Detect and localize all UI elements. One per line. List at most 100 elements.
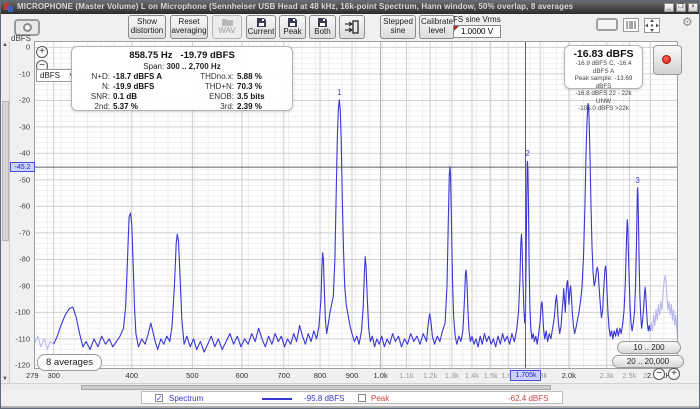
x-tick-label: 1.1k bbox=[399, 371, 413, 380]
metric-label: 3rd: bbox=[188, 102, 234, 112]
range-20-20000-button[interactable]: 20 .. 20,000 bbox=[612, 355, 684, 368]
x-tick-label: 800 bbox=[314, 371, 327, 380]
x-tick-label: 1.3k bbox=[445, 371, 459, 380]
stepped-sine-button[interactable]: Stepped sine bbox=[380, 15, 416, 39]
minimize-button[interactable]: _ bbox=[664, 3, 674, 12]
spectrum-line-swatch bbox=[262, 398, 292, 400]
unit-dropdown[interactable]: dBFS ▾ bbox=[36, 69, 76, 82]
y-axis: 0-10-20-30-40-50-60-70-80-90-100-110-120 bbox=[1, 41, 32, 369]
level-detail-line: -16.8 dBFS 22 - 22k UNW bbox=[568, 90, 639, 105]
spectrum-trace bbox=[34, 336, 54, 349]
metric-value: -19.9 dBFS bbox=[113, 82, 185, 92]
y-tick-label: -30 bbox=[19, 122, 30, 131]
range-10-200-button[interactable]: 10 .. 200 bbox=[617, 341, 681, 354]
fs-sine-label: FS sine Vrms bbox=[453, 15, 501, 24]
maximize-button[interactable]: ❐ bbox=[676, 3, 686, 12]
x-axis-start-label: 279 bbox=[26, 371, 39, 380]
window-title: MICROPHONE (Master Volume) L on Micropho… bbox=[17, 2, 573, 11]
x-tick-label: 1.4k bbox=[465, 371, 479, 380]
cursor-frequency-readout: 858.75 Hz bbox=[129, 50, 172, 61]
legend-peak-label[interactable]: Peak bbox=[371, 394, 389, 403]
wav-button[interactable]: WAV bbox=[212, 15, 242, 39]
metric-value: 70.3 % bbox=[237, 82, 284, 92]
x-tick-label: 700 bbox=[277, 371, 290, 380]
y-tick-label: -100 bbox=[15, 308, 30, 317]
metric-label: N: bbox=[80, 82, 110, 92]
y-cursor-value-box[interactable]: -45.2 bbox=[10, 162, 35, 172]
legend-spectrum-label[interactable]: Spectrum bbox=[169, 394, 203, 403]
peak-checkbox[interactable]: ✓ bbox=[358, 394, 366, 402]
distortion-metrics-grid: N+D:-18.7 dBFS A THDno.x:5.88 % N:-19.9 … bbox=[80, 72, 284, 112]
save-current-button[interactable]: Current bbox=[246, 15, 276, 39]
y-tick-label: -120 bbox=[15, 361, 30, 370]
harmonic-peak-label: 2 bbox=[525, 149, 529, 158]
span-value: 300 .. 2,700 Hz bbox=[166, 62, 220, 71]
gear-icon[interactable]: ⚙ bbox=[682, 15, 693, 29]
frequency-scrollbar[interactable] bbox=[1, 383, 700, 390]
harmonic-peak-label: 1 bbox=[337, 88, 341, 97]
y-tick-label: -20 bbox=[19, 96, 30, 105]
input-level-box: -16.83 dBFS -16.9 dBFS C, -16.4 dBFS A P… bbox=[564, 45, 643, 89]
zoom-in-y-button[interactable]: + bbox=[36, 46, 48, 58]
level-meter-icon[interactable] bbox=[623, 18, 639, 32]
y-tick-label: -60 bbox=[19, 202, 30, 211]
metric-value: 0.1 dB bbox=[113, 92, 185, 102]
title-bar[interactable]: MICROPHONE (Master Volume) L on Micropho… bbox=[1, 1, 700, 14]
save-icon bbox=[257, 18, 266, 27]
level-detail-line: Peak sample: -13.69 dBFS bbox=[568, 75, 639, 90]
y-tick-label: -40 bbox=[19, 149, 30, 158]
y-tick-label: -80 bbox=[19, 255, 30, 264]
zoom-out-x-button[interactable]: − bbox=[653, 368, 665, 380]
loopback-route-button[interactable] bbox=[339, 15, 365, 39]
harmonic-peak-label: 3 bbox=[635, 176, 639, 185]
x-tick-label: 600 bbox=[236, 371, 249, 380]
save-both-label: Both bbox=[314, 28, 330, 37]
save-peak-label: Peak bbox=[283, 28, 301, 37]
save-current-label: Current bbox=[248, 28, 275, 37]
reset-averaging-button[interactable]: Reset averaging bbox=[170, 15, 208, 39]
move-arrows-icon bbox=[645, 19, 659, 32]
zoom-in-x-button[interactable]: + bbox=[668, 368, 680, 380]
record-icon bbox=[662, 55, 671, 64]
metric-value: 3.5 bits bbox=[237, 92, 284, 102]
x-tick-label: 300 bbox=[47, 371, 60, 380]
save-icon bbox=[288, 18, 297, 27]
input-level-readout: -16.83 dBFS bbox=[568, 48, 639, 60]
show-distortion-button[interactable]: Show distortion bbox=[128, 15, 166, 39]
move-pan-icon[interactable] bbox=[644, 18, 660, 33]
y-tick-label: -110 bbox=[16, 334, 30, 343]
metric-label: THD+N: bbox=[188, 82, 234, 92]
app-window: MICROPHONE (Master Volume) L on Micropho… bbox=[0, 0, 700, 409]
y-tick-label: 0 bbox=[26, 43, 30, 52]
x-tick-label: 1.5k bbox=[484, 371, 498, 380]
x-tick-label: 900 bbox=[346, 371, 359, 380]
averages-badge: 8 averages bbox=[37, 354, 102, 371]
record-button[interactable] bbox=[653, 45, 682, 75]
calibrate-level-button[interactable]: Calibrate level bbox=[419, 15, 455, 39]
x-tick-label: 2.3k bbox=[600, 371, 614, 380]
y-tick-label: -70 bbox=[19, 228, 30, 237]
x-axis: 3004005006007008009001.0k1.1k1.2k1.3k1.4… bbox=[1, 370, 700, 383]
monitor-icon[interactable] bbox=[596, 18, 618, 31]
x-tick-label: 1.0k bbox=[374, 371, 388, 380]
legend-bar: ✓ Spectrum -95.8 dBFS ✓ Peak -62.4 dBFS bbox=[1, 390, 700, 406]
save-peak-button[interactable]: Peak bbox=[279, 15, 306, 39]
spectrum-checkbox[interactable]: ✓ bbox=[155, 394, 163, 402]
folder-icon bbox=[222, 18, 233, 26]
close-button[interactable]: × bbox=[688, 3, 698, 12]
span-label: Span: bbox=[143, 62, 164, 71]
metric-label: N+D: bbox=[80, 72, 110, 82]
save-both-button[interactable]: Both bbox=[309, 15, 336, 39]
x-tick-label: 2.0k bbox=[562, 371, 576, 380]
y-tick-label: -50 bbox=[19, 175, 30, 184]
unit-dropdown-value: dBFS bbox=[40, 71, 60, 80]
fs-sine-input[interactable] bbox=[453, 25, 501, 38]
x-cursor-value-box[interactable]: 1.705k bbox=[510, 370, 541, 381]
measurement-info-box: 858.75 Hz -19.79 dBFS Span: 300 .. 2,700… bbox=[71, 46, 293, 111]
fs-input-flag-icon bbox=[454, 26, 459, 31]
level-detail-line: -16.9 dBFS C, -16.4 dBFS A bbox=[568, 60, 639, 75]
x-tick-label: 500 bbox=[186, 371, 199, 380]
wav-button-label: WAV bbox=[218, 27, 235, 36]
metric-label: ENOB: bbox=[188, 92, 234, 102]
loopback-route-icon bbox=[344, 19, 360, 35]
